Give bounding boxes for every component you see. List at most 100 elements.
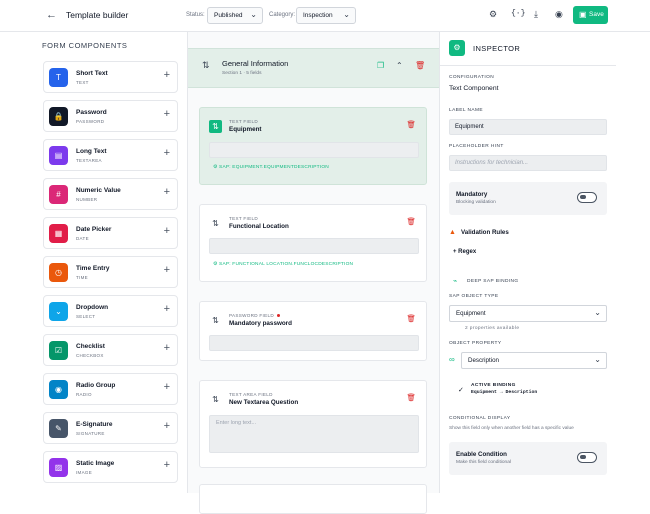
section-title: General Information bbox=[222, 59, 289, 68]
component-type: CHECKBOX bbox=[76, 353, 104, 358]
pen-icon: ✎ bbox=[49, 419, 68, 438]
field-type: PASSWORD FIELD bbox=[229, 313, 280, 318]
properties-available: 2 properties available bbox=[465, 326, 520, 331]
component-item[interactable]: ▤ Long Text TEXTAREA + bbox=[43, 139, 178, 171]
add-icon[interactable]: + bbox=[164, 108, 170, 120]
component-item[interactable]: ▦ Date Picker DATE + bbox=[43, 217, 178, 249]
lock-icon: 🔒 bbox=[49, 107, 68, 126]
mandatory-card: Mandatory Blocking validation bbox=[449, 182, 607, 215]
category-select[interactable]: Inspection ⌄ bbox=[296, 7, 356, 24]
field-type-text: PASSWORD FIELD bbox=[229, 313, 274, 318]
component-type: RADIO bbox=[76, 392, 92, 397]
component-item[interactable]: T Short Text TEXT + bbox=[43, 61, 178, 93]
delete-icon[interactable]: 🗑 bbox=[406, 120, 416, 129]
add-icon[interactable]: + bbox=[164, 147, 170, 159]
drag-handle-icon[interactable]: ⇅ bbox=[209, 393, 222, 406]
field-card-equipment[interactable]: ⇅ TEXT FIELD Equipment 🗑 ⚙ SAP: EQUIPMEN… bbox=[199, 107, 427, 185]
add-icon[interactable]: + bbox=[164, 420, 170, 432]
add-icon[interactable]: + bbox=[164, 69, 170, 81]
component-name: Long Text bbox=[76, 148, 107, 155]
component-type: TEXT bbox=[76, 80, 89, 85]
component-name: E-Signature bbox=[76, 421, 113, 428]
add-icon[interactable]: + bbox=[164, 264, 170, 276]
field-preview-input bbox=[209, 238, 419, 254]
category-label: Category: bbox=[269, 12, 296, 18]
component-type: PASSWORD bbox=[76, 119, 105, 124]
download-icon[interactable]: ⤓ bbox=[534, 9, 538, 20]
text-icon: T bbox=[49, 68, 68, 87]
field-card-functional-location[interactable]: ⇅ TEXT FIELD Functional Location 🗑 ⚙ SAP… bbox=[199, 204, 427, 282]
field-type: TEXT AREA FIELD bbox=[229, 392, 273, 397]
field-card-password[interactable]: ⇅ PASSWORD FIELD Mandatory password 🗑 bbox=[199, 301, 427, 361]
component-item[interactable]: ◉ Radio Group RADIO + bbox=[43, 373, 178, 405]
drag-handle-icon[interactable]: ⇅ bbox=[209, 120, 222, 133]
component-type: IMAGE bbox=[76, 470, 93, 475]
mandatory-toggle[interactable] bbox=[577, 192, 597, 203]
component-item[interactable]: # Numeric Value NUMBER + bbox=[43, 178, 178, 210]
delete-icon[interactable]: 🗑 bbox=[406, 393, 416, 402]
preview-eye-icon[interactable]: ◉ bbox=[555, 9, 563, 20]
chevron-icon: ⌄ bbox=[49, 302, 68, 321]
configuration-value: Text Component bbox=[449, 85, 499, 92]
field-preview-textarea: Enter long text... bbox=[209, 415, 419, 453]
add-icon[interactable]: + bbox=[164, 381, 170, 393]
add-icon[interactable]: + bbox=[164, 342, 170, 354]
mandatory-title: Mandatory bbox=[456, 191, 488, 198]
add-regex-button[interactable]: + Regex bbox=[453, 249, 476, 255]
collapse-icon[interactable]: ⌃ bbox=[396, 61, 403, 70]
inspector-header: ⚙ INSPECTOR bbox=[440, 32, 616, 66]
hash-icon: # bbox=[49, 185, 68, 204]
warning-icon: ▲ bbox=[449, 229, 456, 236]
component-type: NUMBER bbox=[76, 197, 98, 202]
label-name-input[interactable]: Equipment bbox=[449, 119, 607, 135]
delete-icon[interactable]: 🗑 bbox=[406, 314, 416, 323]
clock-icon: ◷ bbox=[49, 263, 68, 282]
component-item[interactable]: 🔒 Password PASSWORD + bbox=[43, 100, 178, 132]
toggle-knob bbox=[580, 195, 586, 199]
drag-handle-icon[interactable]: ⇅ bbox=[209, 217, 222, 230]
section-header[interactable]: ⇅ General Information Section 1 · 5 fiel… bbox=[188, 48, 439, 88]
drag-handle-icon[interactable]: ⇅ bbox=[209, 314, 222, 327]
field-card-next[interactable] bbox=[199, 484, 427, 514]
duplicate-icon[interactable]: ❐ bbox=[377, 61, 384, 70]
field-name: Mandatory password bbox=[229, 320, 292, 327]
delete-icon[interactable]: 🗑 bbox=[406, 217, 416, 226]
component-item[interactable]: ◷ Time Entry TIME + bbox=[43, 256, 178, 288]
inspector-panel: ⚙ INSPECTOR CONFIGURATION Text Component… bbox=[440, 32, 616, 493]
field-card-textarea[interactable]: ⇅ TEXT AREA FIELD New Textarea Question … bbox=[199, 380, 427, 468]
add-icon[interactable]: + bbox=[164, 225, 170, 237]
code-icon[interactable]: {·} bbox=[511, 9, 525, 18]
object-property-select[interactable]: Description ⌄ bbox=[461, 352, 607, 369]
drag-handle-icon[interactable]: ⇅ bbox=[202, 60, 210, 71]
chevron-down-icon: ⌄ bbox=[594, 308, 601, 317]
placeholder-input[interactable]: Instructions for technician... bbox=[449, 155, 607, 171]
sap-object-select[interactable]: Equipment ⌄ bbox=[449, 305, 607, 322]
add-icon[interactable]: + bbox=[164, 459, 170, 471]
component-item[interactable]: ✎ E-Signature SIGNATURE + bbox=[43, 412, 178, 444]
component-item[interactable]: ☑ Checklist CHECKBOX + bbox=[43, 334, 178, 366]
component-type: SELECT bbox=[76, 314, 96, 319]
component-item[interactable]: ▨ Static Image IMAGE + bbox=[43, 451, 178, 483]
status-label: Status: bbox=[186, 12, 205, 18]
save-label: Save bbox=[589, 11, 604, 18]
add-icon[interactable]: + bbox=[164, 186, 170, 198]
enable-condition-toggle[interactable] bbox=[577, 452, 597, 463]
sap-binding-text: SAP: EQUIPMENT.EQUIPMENTDESCRIPTION bbox=[219, 165, 329, 170]
delete-icon[interactable]: 🗑 bbox=[415, 61, 425, 70]
save-button[interactable]: ▣ Save bbox=[573, 6, 608, 24]
component-item[interactable]: ⌄ Dropdown SELECT + bbox=[43, 295, 178, 327]
object-property-value: Description bbox=[468, 357, 499, 364]
active-binding-value: Equipment → Description bbox=[471, 390, 538, 395]
mandatory-subtitle: Blocking validation bbox=[456, 200, 496, 205]
component-type: SIGNATURE bbox=[76, 431, 105, 436]
add-icon[interactable]: + bbox=[164, 303, 170, 315]
required-dot-icon bbox=[276, 314, 280, 318]
status-select[interactable]: Published ⌄ bbox=[207, 7, 263, 24]
enable-condition-subtitle: Make this field conditional bbox=[456, 460, 511, 465]
component-name: Time Entry bbox=[76, 265, 110, 272]
settings-icon[interactable]: ⚙ bbox=[489, 9, 497, 20]
active-binding-caption: ACTIVE BINDING bbox=[471, 383, 516, 388]
component-name: Static Image bbox=[76, 460, 115, 467]
component-name: Dropdown bbox=[76, 304, 109, 311]
back-arrow-icon[interactable]: ← bbox=[46, 9, 57, 21]
